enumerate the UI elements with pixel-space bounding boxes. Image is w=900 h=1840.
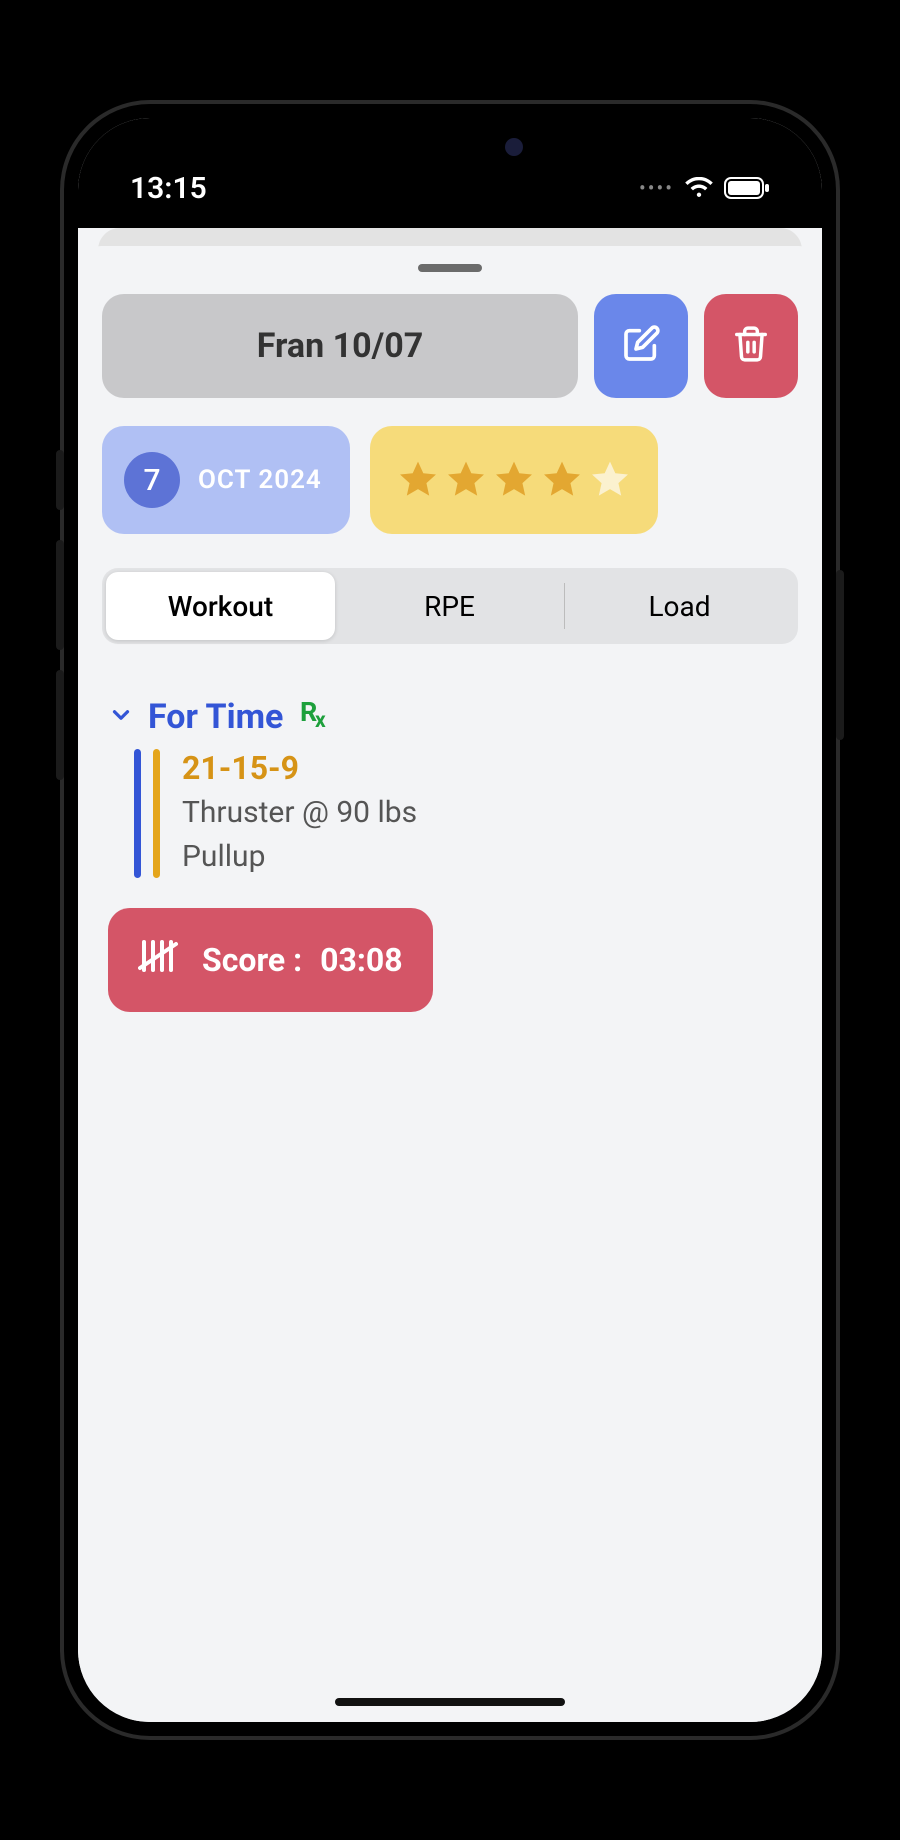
tab-load[interactable]: Load — [565, 572, 794, 640]
section-header[interactable]: For Time Rx — [108, 694, 792, 739]
screen: 13:15 •••• Fran 10/07 — [78, 118, 822, 1722]
svg-text:x: x — [315, 709, 326, 730]
score-value: 03:08 — [320, 941, 402, 979]
tab-workout[interactable]: Workout — [106, 572, 335, 640]
score-button[interactable]: Score : 03:08 — [108, 908, 433, 1012]
phone-side-button — [56, 670, 64, 780]
delete-button[interactable] — [704, 294, 798, 398]
tab-label: Load — [648, 590, 710, 623]
section-title: For Time — [148, 697, 283, 737]
star-icon — [444, 458, 488, 502]
date-month-year: OCT 2024 — [198, 465, 322, 495]
section-bar-blue — [134, 749, 141, 878]
tab-rpe[interactable]: RPE — [335, 572, 564, 640]
score-label: Score : — [202, 941, 302, 979]
tally-icon — [138, 936, 184, 984]
rating-chip[interactable] — [370, 426, 658, 534]
cellular-icon: •••• — [639, 176, 674, 200]
workout-title-text: Fran 10/07 — [257, 326, 423, 366]
workout-title[interactable]: Fran 10/07 — [102, 294, 578, 398]
date-day: 7 — [124, 452, 180, 508]
status-icons: •••• — [639, 176, 770, 200]
phone-side-button — [56, 540, 64, 650]
phone-side-button — [836, 570, 844, 740]
sheet-grabber[interactable] — [418, 264, 482, 272]
rx-icon: Rx — [297, 694, 333, 739]
star-icon — [492, 458, 536, 502]
battery-icon — [724, 177, 770, 199]
status-time: 13:15 — [130, 171, 207, 206]
workout-section: For Time Rx 21-15-9 Thruster @ 90 lbs Pu… — [102, 694, 798, 1012]
phone-side-button — [56, 450, 64, 510]
section-bar-yellow — [153, 749, 160, 878]
wifi-icon — [684, 177, 714, 199]
tab-label: RPE — [424, 590, 475, 623]
date-chip[interactable]: 7 OCT 2024 — [102, 426, 350, 534]
tab-label: Workout — [168, 590, 273, 623]
segmented-control: Workout RPE Load — [102, 568, 798, 644]
modal-sheet: Fran 10/07 7 OCT 2024 — [78, 246, 822, 1722]
edit-button[interactable] — [594, 294, 688, 398]
trash-icon — [732, 325, 770, 367]
chevron-down-icon — [108, 697, 134, 737]
rep-scheme: 21-15-9 — [182, 749, 417, 787]
home-indicator[interactable] — [335, 1698, 565, 1706]
star-icon — [540, 458, 584, 502]
movement-line: Thruster @ 90 lbs — [182, 791, 417, 835]
star-icon — [396, 458, 440, 502]
phone-notch — [335, 118, 565, 176]
movement-line: Pullup — [182, 835, 417, 879]
edit-icon — [621, 324, 661, 368]
star-empty-icon — [588, 458, 632, 502]
phone-frame: 13:15 •••• Fran 10/07 — [60, 100, 840, 1740]
